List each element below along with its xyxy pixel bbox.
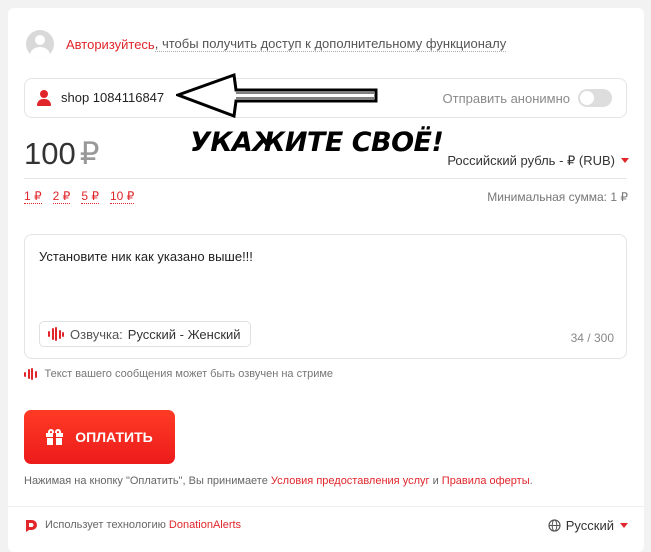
min-sum-label: Минимальная сумма: 1 ₽ xyxy=(487,190,628,204)
currency-select-value: Российский рубль - ₽ (RUB) xyxy=(447,153,615,168)
auth-prompt-text: , чтобы получить доступ к дополнительном… xyxy=(154,36,507,52)
terms-prefix: Нажимая на кнопку "Оплатить", Вы принима… xyxy=(24,475,271,487)
gift-icon xyxy=(46,429,64,445)
voice-hint: Текст вашего сообщения может быть озвуче… xyxy=(24,368,333,380)
footer-divider xyxy=(8,506,644,507)
preset-5[interactable]: 5 ₽ xyxy=(81,189,99,204)
amount-input[interactable]: 100 ₽ xyxy=(24,136,99,172)
amount-divider xyxy=(24,178,627,179)
terms-and: и xyxy=(429,475,442,487)
annotation-arrow xyxy=(176,72,378,118)
donationalerts-link[interactable]: DonationAlerts xyxy=(169,519,241,531)
preset-1[interactable]: 1 ₽ xyxy=(24,189,42,204)
annotation-text: УКАЖИТЕ СВОЁ! xyxy=(190,127,444,158)
terms-text: Нажимая на кнопку "Оплатить", Вы принима… xyxy=(24,475,533,487)
powered-by-text: Использует технологию xyxy=(45,519,169,531)
login-link[interactable]: Авторизуйтесь xyxy=(66,37,155,52)
language-select[interactable]: Русский xyxy=(548,518,628,533)
terms-suffix: . xyxy=(529,475,533,487)
amount-presets: 1 ₽ 2 ₽ 5 ₽ 10 ₽ xyxy=(24,189,135,204)
chevron-down-icon xyxy=(620,523,628,528)
voice-select[interactable]: Озвучка: Русский - Женский xyxy=(39,321,251,347)
voice-hint-text: Текст вашего сообщения может быть озвуче… xyxy=(44,368,334,380)
amount-value[interactable]: 100 xyxy=(24,136,76,171)
sound-wave-icon xyxy=(24,368,37,380)
message-field[interactable]: Установите ник как указано выше!!! Озвуч… xyxy=(24,234,627,359)
voice-label: Озвучка: xyxy=(70,326,123,342)
amount-currency: ₽ xyxy=(79,136,100,171)
preset-10[interactable]: 10 ₽ xyxy=(109,189,135,204)
char-counter: 34 / 300 xyxy=(570,331,614,345)
message-text[interactable]: Установите ник как указано выше!!! xyxy=(39,249,253,264)
user-icon xyxy=(37,90,51,106)
terms-of-service-link[interactable]: Условия предоставления услуг xyxy=(271,475,430,487)
offer-rules-link[interactable]: Правила оферты xyxy=(442,475,530,487)
anonymous-label: Отправить анонимно xyxy=(442,91,571,106)
nickname-input[interactable]: shop 1084116847 xyxy=(61,90,164,105)
voice-value: Русский - Женский xyxy=(127,326,241,342)
sound-wave-icon xyxy=(48,327,64,341)
pay-button-label: ОПЛАТИТЬ xyxy=(75,429,153,445)
currency-select[interactable]: Российский рубль - ₽ (RUB) xyxy=(447,153,629,169)
anonymous-toggle[interactable] xyxy=(578,89,612,107)
avatar-icon xyxy=(26,30,54,58)
powered-by: Использует технологию DonationAlerts xyxy=(45,519,241,531)
donationalerts-logo-icon xyxy=(26,520,37,532)
language-value: Русский xyxy=(565,518,614,533)
globe-icon xyxy=(548,519,561,532)
chevron-down-icon xyxy=(621,158,629,163)
preset-2[interactable]: 2 ₽ xyxy=(52,189,71,204)
auth-prompt: Авторизуйтесь , чтобы получить доступ к … xyxy=(26,28,507,60)
pay-button[interactable]: ОПЛАТИТЬ xyxy=(24,410,175,464)
